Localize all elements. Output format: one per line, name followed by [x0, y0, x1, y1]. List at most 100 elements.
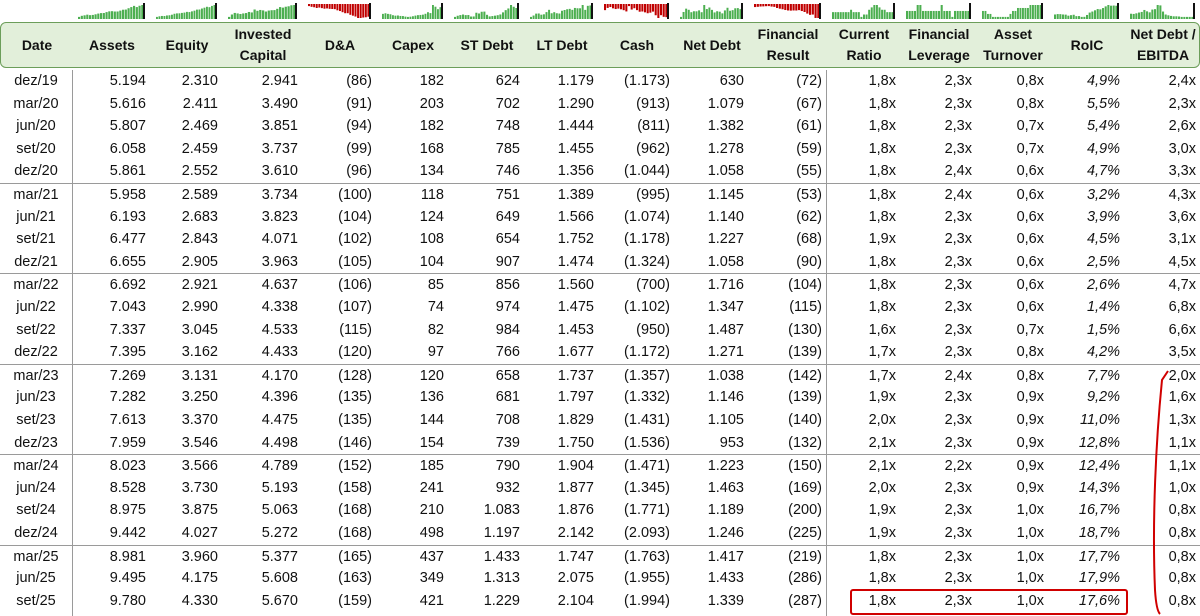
cell-capex: 85 — [427, 277, 444, 294]
sparkline-bar-ic — [279, 7, 282, 20]
header-at: Asset Turnover — [983, 26, 1043, 63]
cell-fr: (53) — [796, 187, 822, 203]
cell-ic: 4.533 — [261, 321, 298, 338]
cell-da: (100) — [338, 187, 372, 203]
cell-equity: 2.469 — [181, 118, 218, 135]
sparkline-bar-fl — [922, 10, 925, 19]
sparkline-bar-fr — [806, 4, 809, 14]
cell-da: (135) — [338, 389, 372, 406]
sparkline-bar-nd — [680, 16, 682, 19]
sparkline-bar-roic — [1067, 15, 1070, 19]
sparkline-bar-std — [504, 10, 507, 19]
cell-cr: 2,1x — [868, 458, 896, 475]
header-fl: Financial Leverage — [908, 26, 970, 63]
sparkline-bar-equity — [196, 9, 198, 19]
cell-capex: 168 — [419, 140, 444, 157]
sparkline-bar-equity — [178, 13, 181, 19]
table-row: dez/19 5.194 2.310 2.941 (86) 182 624 1.179 (1.1… — [0, 70, 1200, 93]
table-row: mar/25 8.981 3.960 5.377 (165) 437 1.433 1.747 (… — [0, 544, 1200, 569]
cell-assets: 5.616 — [109, 95, 146, 112]
sparkline-bar-cr — [847, 12, 850, 19]
sparkline-bar-assets — [124, 9, 127, 19]
sparkline-bar-da — [323, 4, 326, 9]
sparkline-bar-assets — [108, 11, 111, 19]
sparkline-bar-fl — [956, 10, 959, 19]
cell-cash: (1.178) — [624, 231, 670, 248]
cell-ltd: 1.560 — [557, 277, 594, 294]
sparkline-bar-assets — [78, 16, 81, 19]
cell-equity: 2.459 — [181, 140, 218, 157]
cell-nde: 2,0x — [1168, 367, 1196, 384]
sparkline-last-marker — [893, 3, 895, 19]
cell-equity: 3.875 — [181, 502, 218, 519]
sparkline-bar-cash — [644, 4, 647, 13]
table-row: dez/22 7.395 3.162 4.433 (120) 97 766 1.677 (1.1… — [0, 341, 1200, 364]
cell-nd: 1.339 — [707, 592, 744, 609]
sparkline-bar-std — [480, 11, 483, 19]
cell-roic: 11,0% — [1079, 412, 1120, 428]
sparkline-bar-ltd — [571, 9, 574, 19]
cell-ic: 4.338 — [261, 299, 298, 315]
cell-equity: 4.175 — [181, 570, 218, 587]
sparkline-bar-fl — [935, 10, 938, 19]
cell-fl: 2,3x — [944, 434, 972, 451]
sparkline-bar-capex — [434, 6, 437, 19]
cell-da: (107) — [338, 299, 372, 315]
sparkline-bar-cr — [842, 12, 845, 19]
sparkline-bar-cash — [638, 4, 641, 12]
cell-fr: (90) — [796, 253, 822, 270]
cell-at: 0,7x — [1016, 321, 1044, 338]
sparkline-bar-nd — [711, 9, 713, 19]
table-row: mar/22 6.692 2.921 4.637 (106) 85 856 1.560 (700… — [0, 273, 1200, 297]
sparkline-bar-cr — [875, 5, 878, 19]
sparkline-last-marker — [215, 3, 217, 19]
cell-assets: 7.337 — [109, 321, 146, 338]
sparkline-bar-at — [1012, 10, 1014, 19]
cell-nde: 0,8x — [1168, 502, 1196, 519]
sparkline-bar-std — [502, 12, 505, 19]
cell-ic: 5.063 — [261, 502, 298, 519]
cell-at: 0,6x — [1016, 253, 1044, 270]
header-std: ST Debt — [460, 36, 514, 53]
header-roic: RoIC — [1070, 36, 1104, 53]
cell-nde: 0,8x — [1168, 525, 1196, 541]
sparkline-bar-equity — [206, 6, 208, 19]
sparkline-bar-nde — [1167, 15, 1170, 19]
sparkline-bar-da — [359, 4, 362, 18]
cell-date: dez/21 — [14, 253, 58, 270]
sparkline-last-marker — [369, 3, 371, 19]
sparkline-bar-ltd — [555, 13, 558, 19]
sparkline-bar-nd — [698, 10, 701, 19]
sparkline-bar-fl — [924, 10, 927, 19]
header-assets: Assets — [89, 36, 135, 53]
sparkline-bar-at — [1022, 7, 1024, 19]
sparkline-bar-nde — [1164, 14, 1167, 19]
sparkline-last-marker — [295, 3, 297, 19]
cell-roic: 12,8% — [1078, 434, 1120, 451]
cell-da: (158) — [338, 479, 372, 496]
cell-equity: 3.566 — [181, 458, 218, 475]
cell-assets: 8.023 — [109, 458, 146, 475]
cell-cr: 1,8x — [868, 277, 896, 294]
sparkline-bar-std — [486, 14, 489, 19]
sparkline-bar-std — [467, 15, 470, 19]
cell-ltd: 1.474 — [557, 253, 594, 270]
sparkline-bar-nde — [1146, 11, 1149, 19]
sparkline-bar-ic — [239, 13, 242, 19]
cell-at: 0,9x — [1016, 434, 1044, 451]
cell-std: 1.433 — [483, 548, 520, 565]
sparkline-last-marker — [591, 3, 593, 19]
sparkline-bar-cr — [857, 12, 860, 19]
sparkline-bar-assets — [111, 11, 114, 19]
header-capex: Capex — [391, 36, 435, 53]
sparkline-bar-cr — [839, 12, 842, 19]
cell-fl: 2,3x — [944, 73, 972, 89]
cell-nde: 1,6x — [1168, 389, 1196, 406]
cell-fl: 2,3x — [944, 321, 972, 338]
cell-ic: 3.963 — [261, 253, 298, 270]
cell-capex: 74 — [427, 299, 444, 315]
cell-fl: 2,3x — [944, 479, 972, 496]
cell-cash: (1.994) — [624, 592, 670, 609]
sparkline-bar-cr — [883, 9, 886, 19]
sparkline-bar-nde — [1148, 12, 1151, 19]
